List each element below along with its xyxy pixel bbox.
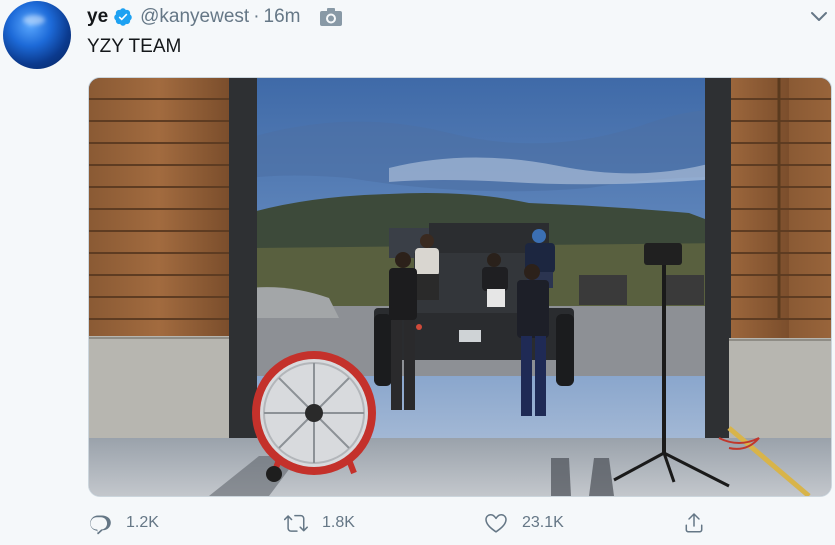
retweet-button[interactable]: 1.8K	[284, 511, 355, 535]
share-icon	[685, 513, 703, 533]
like-icon	[485, 514, 507, 533]
retweet-icon	[284, 514, 308, 532]
tweet-actions: 1.2K 1.8K 23.1K	[0, 505, 835, 545]
share-button[interactable]	[682, 511, 720, 535]
verified-badge-icon	[113, 7, 133, 27]
like-button[interactable]: 23.1K	[484, 511, 564, 535]
reply-icon	[90, 515, 111, 535]
tweet-header: ye @kanyewest · 16m	[87, 4, 343, 30]
avatar[interactable]	[3, 1, 71, 69]
tweet: ye @kanyewest · 16m YZY TEAM 1.2K 1.8K 2…	[0, 0, 835, 545]
like-count: 23.1K	[522, 514, 564, 531]
tweet-timestamp[interactable]: 16m	[264, 6, 301, 28]
separator-dot: ·	[253, 6, 260, 27]
chevron-down-icon[interactable]	[806, 4, 832, 30]
retweet-count: 1.8K	[322, 514, 355, 531]
reply-button[interactable]: 1.2K	[88, 511, 159, 535]
reply-count: 1.2K	[126, 514, 159, 531]
camera-icon	[319, 7, 343, 27]
author-handle[interactable]: @kanyewest	[140, 6, 249, 28]
tweet-photo[interactable]	[88, 77, 832, 497]
author-name[interactable]: ye	[87, 6, 108, 28]
tweet-text: YZY TEAM	[87, 36, 182, 57]
